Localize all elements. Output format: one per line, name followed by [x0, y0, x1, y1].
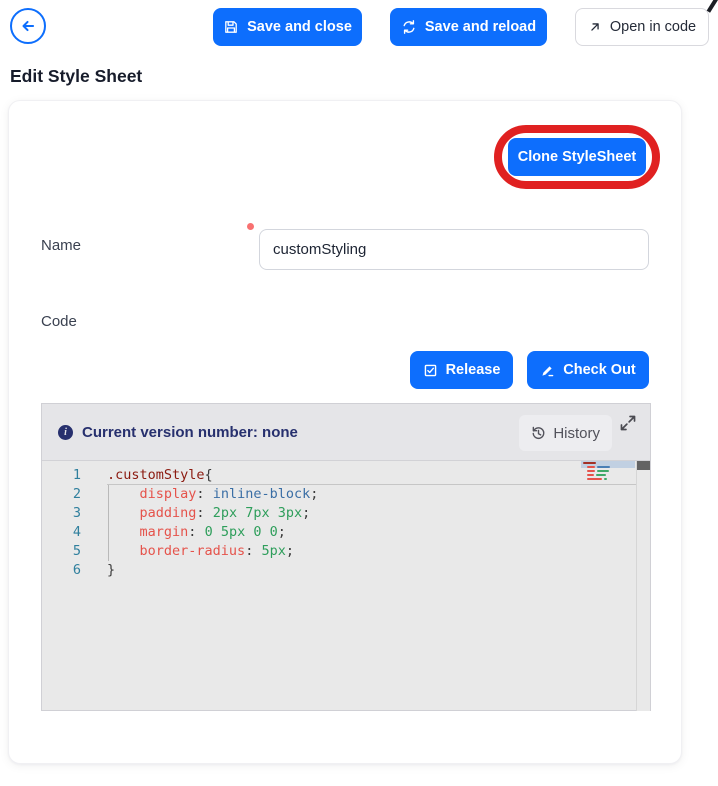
code-line: 2 display: inline-block; [42, 485, 636, 504]
version-status-text: Current version number: none [82, 424, 298, 441]
open-in-code-label: Open in code [610, 19, 696, 35]
line-number: 2 [42, 485, 107, 504]
code-line: 4 margin: 0 5px 0 0; [42, 523, 636, 542]
required-dot [247, 223, 254, 230]
code-line: 3 padding: 2px 7px 3px; [42, 504, 636, 523]
line-content: padding: 2px 7px 3px; [107, 504, 636, 523]
line-content: display: inline-block; [107, 485, 636, 504]
arrow-up-right-icon [588, 20, 602, 34]
back-button[interactable] [10, 8, 46, 44]
line-content: border-radius: 5px; [107, 542, 636, 561]
save-and-reload-button[interactable]: Save and reload [390, 8, 547, 46]
clone-stylesheet-button[interactable]: Clone StyleSheet [508, 138, 646, 176]
history-clock-icon [531, 426, 546, 441]
sync-arrows-icon [401, 19, 417, 35]
check-square-icon [423, 363, 438, 378]
release-label: Release [446, 362, 501, 378]
indent-guide [108, 485, 109, 561]
code-field-label: Code [41, 313, 77, 330]
code-lines: 1.customStyle{2 display: inline-block;3 … [42, 466, 650, 580]
page-title: Edit Style Sheet [10, 66, 142, 87]
vertical-scrollbar[interactable] [636, 461, 650, 711]
line-content: margin: 0 5px 0 0; [107, 523, 636, 542]
save-and-close-button[interactable]: Save and close [213, 8, 362, 46]
info-circle-icon: i [58, 425, 73, 440]
minimap[interactable] [581, 461, 635, 493]
arrow-left-icon [19, 17, 37, 35]
scrollbar-thumb[interactable] [637, 461, 650, 470]
expand-diagonal-icon[interactable] [619, 413, 639, 433]
line-number: 4 [42, 523, 107, 542]
red-annotation-ring: Clone StyleSheet [494, 125, 660, 189]
line-number: 3 [42, 504, 107, 523]
pen-icon [540, 363, 555, 378]
code-editor-area[interactable]: 1.customStyle{2 display: inline-block;3 … [42, 461, 650, 711]
save-and-close-label: Save and close [247, 19, 352, 35]
open-in-code-button[interactable]: Open in code [575, 8, 709, 46]
name-field-label: Name [41, 237, 81, 254]
editor-action-row: Release Check Out [9, 351, 649, 389]
check-out-label: Check Out [563, 362, 636, 378]
save-and-reload-label: Save and reload [425, 19, 536, 35]
history-button[interactable]: History [519, 415, 612, 451]
stylesheet-form-card: Clone StyleSheet Name Code Release Check… [8, 100, 682, 764]
line-content: } [107, 561, 636, 580]
clone-stylesheet-label: Clone StyleSheet [518, 149, 636, 165]
line-number: 5 [42, 542, 107, 561]
code-editor-header: i Current version number: none History [42, 404, 650, 461]
screen-edge-artifact [707, 0, 718, 13]
code-editor-block: i Current version number: none History 1… [41, 403, 651, 711]
check-out-button[interactable]: Check Out [527, 351, 649, 389]
line-number: 6 [42, 561, 107, 580]
line-content: .customStyle{ [107, 466, 636, 485]
name-input[interactable] [259, 229, 649, 270]
floppy-disk-icon [223, 19, 239, 35]
line-number: 1 [42, 466, 107, 485]
code-line: 5 border-radius: 5px; [42, 542, 636, 561]
release-button[interactable]: Release [410, 351, 513, 389]
code-line: 6} [42, 561, 636, 580]
history-label: History [553, 425, 600, 442]
code-line: 1.customStyle{ [42, 466, 636, 485]
